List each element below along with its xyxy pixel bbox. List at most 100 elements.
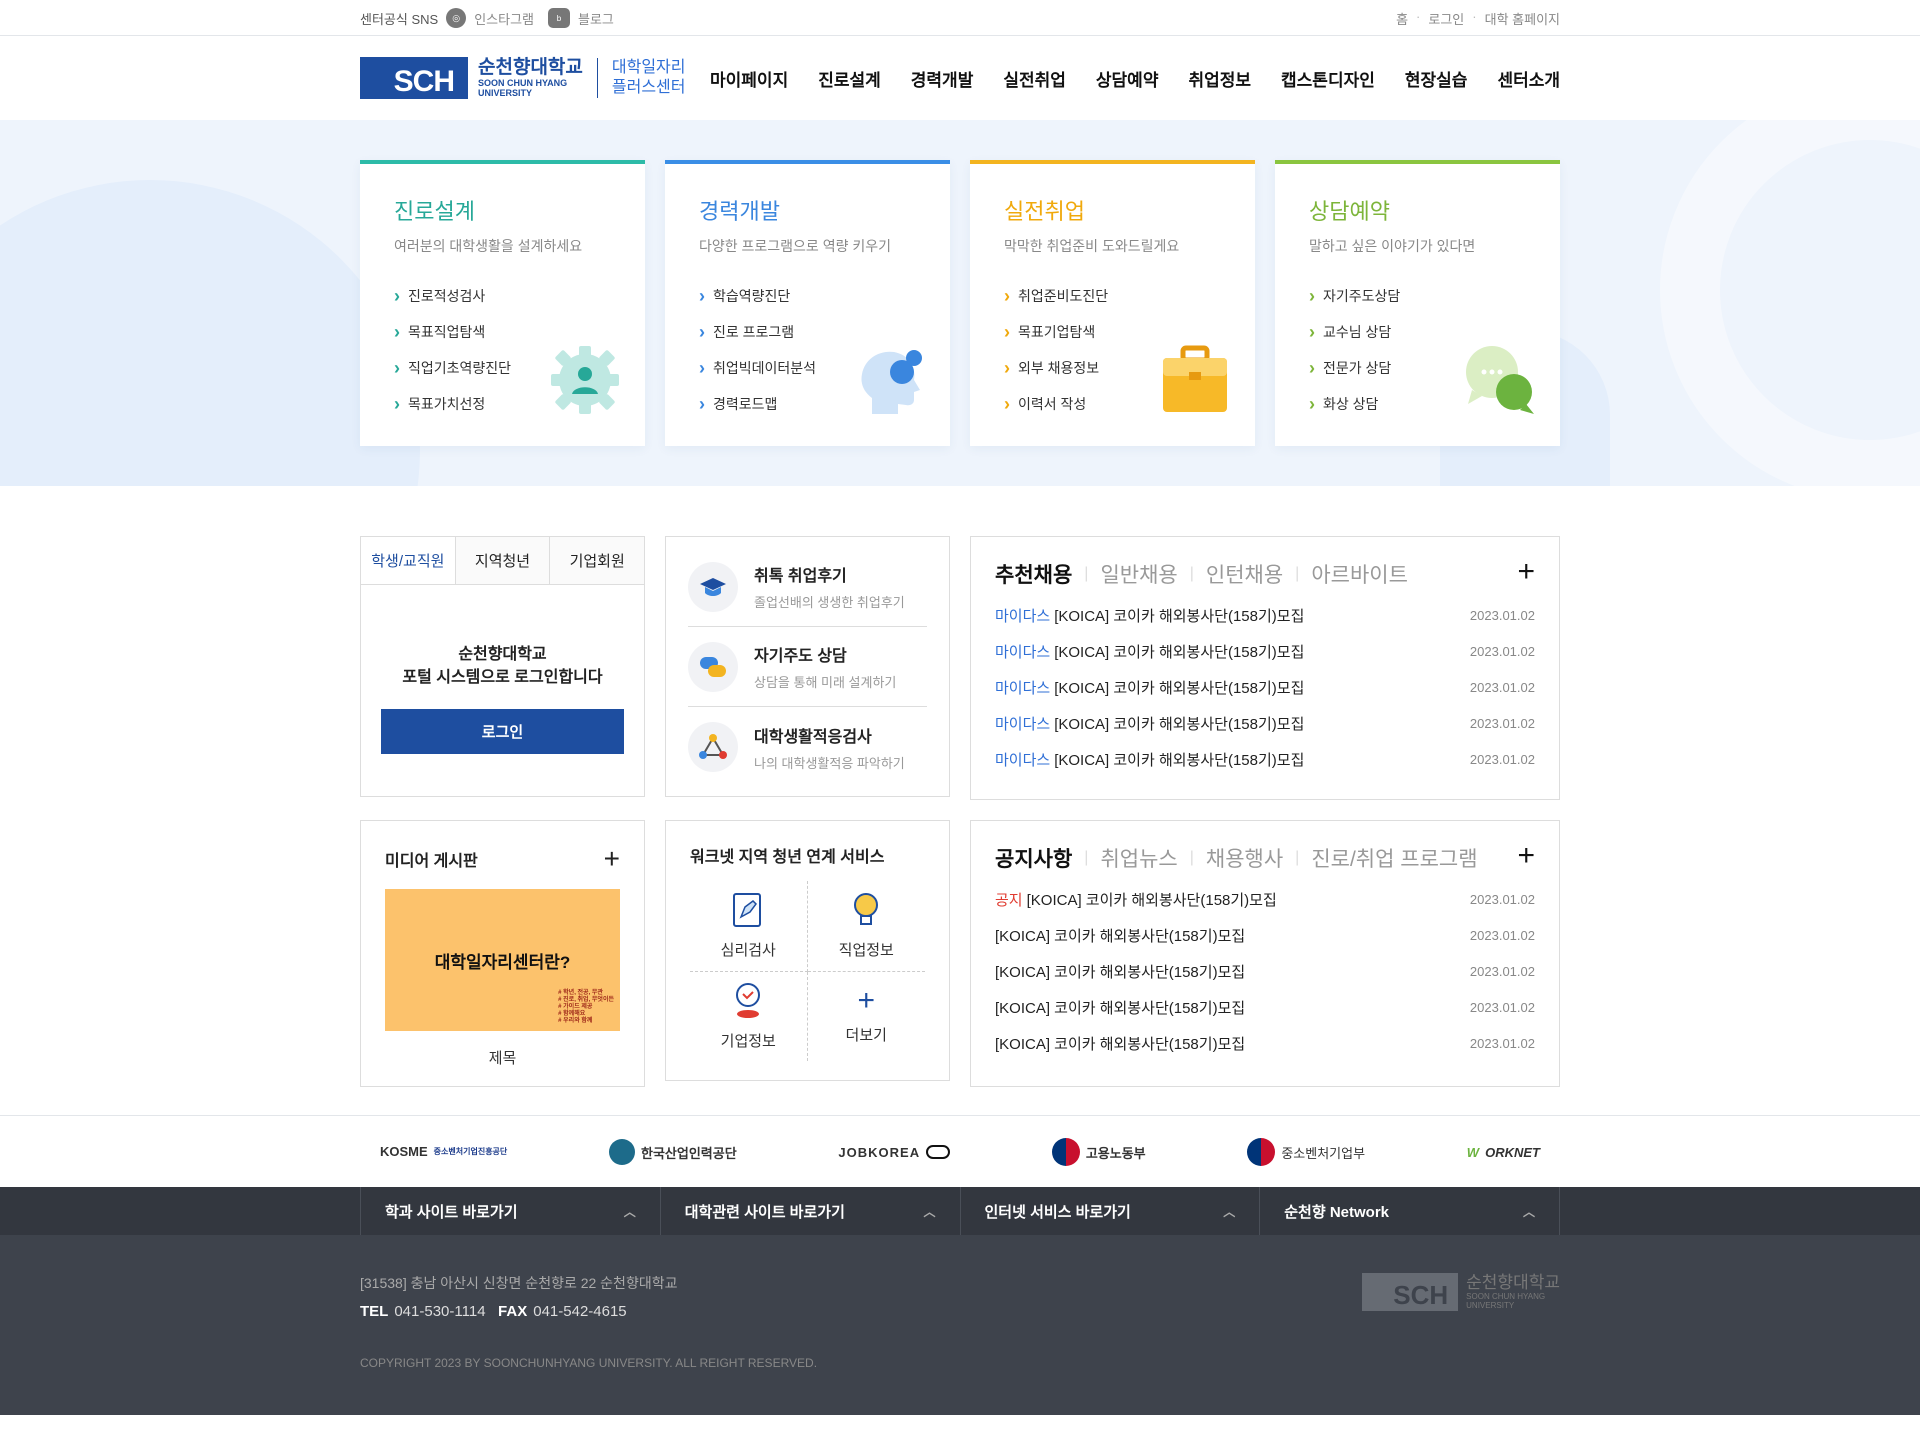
tab-job-news[interactable]: 취업뉴스	[1100, 843, 1177, 873]
board-row[interactable]: [KOICA] 코이카 해외봉사단(158기)모집 2023.01.02	[995, 1025, 1535, 1061]
tab-part-time[interactable]: 아르바이트	[1311, 559, 1408, 589]
decorative-circle	[0, 180, 420, 486]
site-footer: [31538] 충남 아산시 신창면 순천향로 22 순천향대학교 TEL 041…	[0, 1235, 1920, 1415]
media-caption[interactable]: 제목	[385, 1047, 620, 1068]
tab-student-staff[interactable]: 학생/교직원	[361, 537, 455, 584]
more-plus-icon[interactable]: +	[1517, 839, 1535, 873]
chat-bubbles-icon	[1466, 346, 1534, 414]
footer-logo: SCH 순천향대학교 SOON CHUN HYANG UNIVERSITY	[1362, 1273, 1560, 1311]
nav-field-training[interactable]: 현장실습	[1405, 66, 1468, 91]
board-row[interactable]: 마이다스 [KOICA] 코이카 해외봉사단(158기)모집 2023.01.02	[995, 597, 1535, 633]
board-row[interactable]: 마이다스 [KOICA] 코이카 해외봉사단(158기)모집 2023.01.02	[995, 741, 1535, 777]
center-name-2: 플러스센터	[611, 79, 686, 96]
tab-general-jobs[interactable]: 일반채용	[1100, 559, 1177, 589]
quick-link-employment-review[interactable]: 취톡 취업후기 졸업선배의 생생한 취업후기	[688, 547, 927, 627]
network-nodes-icon	[688, 722, 738, 772]
nav-counseling-reservation[interactable]: 상담예약	[1096, 66, 1159, 91]
login-link[interactable]: 로그인	[1428, 9, 1464, 28]
board-row-date: 2023.01.02	[1469, 963, 1535, 979]
site-logo[interactable]: SCH 순천향대학교 SOON CHUN HYANG UNIVERSITY 대학…	[360, 57, 686, 99]
card-subtitle: 막막한 취업준비 도와드릴게요	[1004, 238, 1180, 254]
card-link[interactable]: 자기주도상담	[1309, 278, 1526, 314]
card-subtitle: 여러분의 대학생활을 설계하세요	[394, 238, 583, 254]
card-link[interactable]: 학습역량진단	[699, 278, 916, 314]
worknet-psych-test[interactable]: 심리검사	[690, 881, 808, 972]
board-row-tag: 마이다스	[995, 679, 1051, 697]
board-row-title: 마이다스 [KOICA] 코이카 해외봉사단(158기)모집	[995, 713, 1304, 734]
nav-career-design[interactable]: 진로설계	[818, 66, 881, 91]
login-message-line-2: 포털 시스템으로 로그인합니다	[402, 669, 603, 686]
worknet-more[interactable]: + 더보기	[808, 972, 926, 1062]
nav-center-intro[interactable]: 센터소개	[1497, 66, 1560, 91]
board-row[interactable]: 공지 [KOICA] 코이카 해외봉사단(158기)모집 2023.01.02	[995, 881, 1535, 917]
tab-recruit-events[interactable]: 채용행사	[1206, 843, 1283, 873]
tab-notice[interactable]: 공지사항	[995, 843, 1072, 873]
jobkorea-logo[interactable]: JOBKOREA	[838, 1145, 951, 1160]
media-thumbnail[interactable]: 대학일자리센터란? # 학년, 전공, 무관 # 진로, 취업, 무엇이든 # 가이…	[385, 889, 620, 1031]
tab-intern-jobs[interactable]: 인턴채용	[1206, 559, 1283, 589]
card-link[interactable]: 진로적성검사	[394, 278, 611, 314]
board-row[interactable]: 마이다스 [KOICA] 코이카 해외봉사단(158기)모집 2023.01.02	[995, 633, 1535, 669]
instagram-link[interactable]: 인스타그램	[474, 9, 534, 28]
board-row-text: [KOICA] 코이카 해외봉사단(158기)모집	[1054, 751, 1305, 769]
card-title[interactable]: 경력개발	[699, 194, 916, 226]
decorative-ring	[1660, 120, 1920, 486]
tab-recommended-jobs[interactable]: 추천채용	[995, 559, 1072, 589]
hrdkorea-emblem-icon	[609, 1139, 635, 1165]
univ-sites-dropdown[interactable]: 대학관련 사이트 바로가기 ︿	[659, 1187, 960, 1235]
mss-logo[interactable]: 중소벤처기업부	[1247, 1138, 1365, 1166]
quick-link-desc: 졸업선배의 생생한 취업후기	[754, 595, 905, 610]
worknet-item-label: 기업정보	[720, 1032, 776, 1050]
instagram-icon[interactable]: ◎	[446, 8, 467, 28]
separator-dot: ·	[1472, 8, 1477, 24]
internet-services-dropdown[interactable]: 인터넷 서비스 바로가기 ︿	[959, 1187, 1260, 1235]
card-title[interactable]: 상담예약	[1309, 194, 1526, 226]
card-title[interactable]: 진로설계	[394, 194, 611, 226]
worknet-logo[interactable]: W ORKNET	[1467, 1145, 1540, 1160]
card-subtitle: 다양한 프로그램으로 역량 키우기	[699, 238, 891, 254]
nav-mypage[interactable]: 마이페이지	[710, 66, 788, 91]
nav-capstone-design[interactable]: 캡스톤디자인	[1281, 66, 1375, 91]
board-row-date: 2023.01.02	[1469, 999, 1535, 1015]
home-link[interactable]: 홈	[1396, 9, 1408, 28]
board-row[interactable]: [KOICA] 코이카 해외봉사단(158기)모집 2023.01.02	[995, 917, 1535, 953]
board-row[interactable]: [KOICA] 코이카 해외봉사단(158기)모집 2023.01.02	[995, 953, 1535, 989]
hrdkorea-logo[interactable]: 한국산업인력공단	[609, 1139, 737, 1165]
nav-job-info[interactable]: 취업정보	[1188, 66, 1251, 91]
media-board: 미디어 게시판 + 대학일자리센터란? # 학년, 전공, 무관 # 진로, 취업,…	[360, 820, 645, 1087]
more-plus-icon[interactable]: +	[1517, 555, 1535, 589]
sch-network-dropdown[interactable]: 순천향 Network ︿	[1259, 1187, 1560, 1235]
nav-career-development[interactable]: 경력개발	[911, 66, 974, 91]
nav-practical-employment[interactable]: 실전취업	[1003, 66, 1066, 91]
main-content: 학생/교직원 지역청년 기업회원 순천향대학교 포털 시스템으로 로그인합니다 …	[0, 486, 1920, 1087]
moel-logo[interactable]: 고용노동부	[1051, 1138, 1146, 1166]
quick-link-adaptation-test[interactable]: 대학생활적응검사 나의 대학생활적응 파악하기	[688, 707, 927, 787]
kosme-logo[interactable]: KOSME 중소벤처기업진흥공단	[380, 1143, 507, 1161]
quick-link-self-counseling[interactable]: 자기주도 상담 상담을 통해 미래 설계하기	[688, 627, 927, 707]
card-link[interactable]: 취업준비도진단	[1004, 278, 1221, 314]
blog-icon[interactable]: b	[548, 8, 570, 28]
card-counseling: 상담예약 말하고 싶은 이야기가 있다면 자기주도상담 교수님 상담 전문가 상…	[1275, 160, 1560, 446]
blog-link[interactable]: 블로그	[578, 9, 614, 28]
clipboard-pencil-icon	[733, 893, 762, 928]
tab-local-youth[interactable]: 지역청년	[454, 537, 550, 584]
sns-links: 센터공식 SNS ◎ 인스타그램 b 블로그	[360, 8, 620, 28]
dept-sites-dropdown[interactable]: 학과 사이트 바로가기 ︿	[360, 1187, 660, 1235]
board-row[interactable]: 마이다스 [KOICA] 코이카 해외봉사단(158기)모집 2023.01.02	[995, 705, 1535, 741]
card-title[interactable]: 실전취업	[1004, 194, 1221, 226]
tab-career-programs[interactable]: 진로/취업 프로그램	[1311, 843, 1477, 873]
university-homepage-link[interactable]: 대학 홈페이지	[1485, 9, 1560, 28]
login-button[interactable]: 로그인	[381, 709, 624, 754]
worknet-company-info[interactable]: 기업정보	[690, 971, 808, 1061]
board-row[interactable]: 마이다스 [KOICA] 코이카 해외봉사단(158기)모집 2023.01.02	[995, 669, 1535, 705]
worknet-item-label: 직업정보	[838, 942, 894, 960]
partner-logos: KOSME 중소벤처기업진흥공단 한국산업인력공단 JOBKOREA 고용노동부 …	[0, 1115, 1920, 1187]
logo-korean-name: 순천향대학교	[478, 57, 583, 78]
board-row-title: 마이다스 [KOICA] 코이카 해외봉사단(158기)모집	[995, 677, 1304, 698]
card-career-development: 경력개발 다양한 프로그램으로 역량 키우기 학습역량진단 진로 프로그램 취업…	[665, 160, 950, 446]
board-row[interactable]: [KOICA] 코이카 해외봉사단(158기)모집 2023.01.02	[995, 989, 1535, 1025]
worknet-job-info[interactable]: 직업정보	[807, 881, 925, 972]
separator-dot: ·	[1416, 8, 1421, 24]
tab-company-member[interactable]: 기업회원	[549, 537, 645, 584]
more-plus-icon[interactable]: +	[604, 843, 620, 875]
